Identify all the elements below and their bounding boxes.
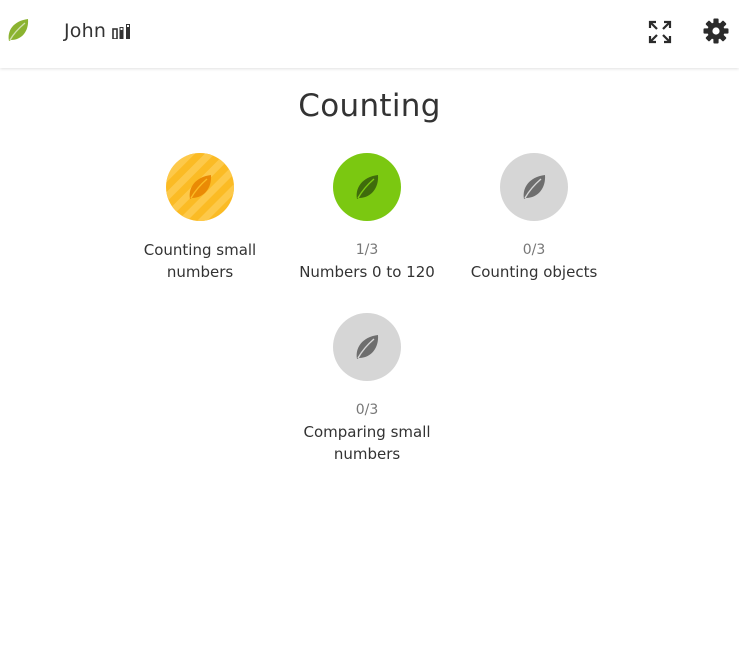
skill-icon-circle [166,153,234,221]
skill-comparing-small-numbers[interactable]: 0/3 Comparing small numbers [292,313,442,465]
skill-numbers-0-to-120[interactable]: 1/3 Numbers 0 to 120 [292,153,442,283]
user-name: John [64,20,107,42]
skill-progress: 0/3 [522,242,546,258]
fullscreen-icon[interactable] [648,20,672,44]
skill-label: Counting small numbers [143,241,257,281]
bar-chart-icon [112,24,131,39]
skill-icon-circle [333,313,401,381]
leaf-logo-icon[interactable] [6,17,30,43]
skill-icon-circle [500,153,568,221]
leaf-icon [356,175,379,199]
skill-counting-small-numbers[interactable]: Counting small numbers [125,153,275,283]
skill-progress: 1/3 [355,242,379,258]
leaf-icon [356,335,379,359]
skill-label: Numbers 0 to 120 [299,263,435,281]
leaf-icon [523,175,546,199]
skill-counting-objects[interactable]: 0/3 Counting objects [459,153,609,283]
skill-icon-circle [333,153,401,221]
user-menu[interactable]: John [64,18,132,44]
skill-progress: 0/3 [355,402,379,418]
skill-label: Comparing small numbers [303,423,431,463]
page-title: Counting [298,88,441,124]
top-bar: John [0,0,739,68]
skill-label: Counting objects [470,263,598,281]
gear-icon[interactable] [703,18,729,44]
leaf-icon [189,175,212,199]
